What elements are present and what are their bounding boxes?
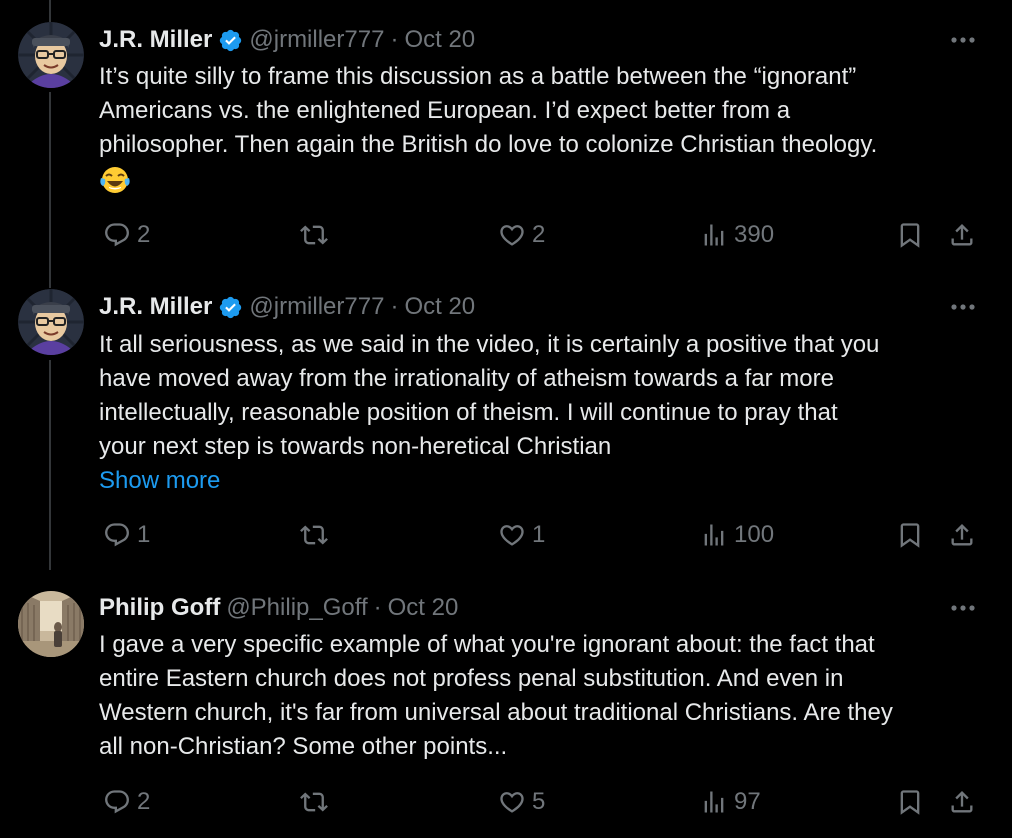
verified-badge-icon <box>220 29 242 51</box>
show-more-link[interactable]: Show more <box>99 464 220 498</box>
like-button[interactable]: 5 <box>498 785 545 819</box>
view-count: 390 <box>734 221 775 248</box>
verified-badge-icon <box>220 296 242 318</box>
cartoon-avatar-icon <box>18 289 84 355</box>
views-button[interactable]: 100 <box>700 518 774 552</box>
like-button[interactable]: 1 <box>498 518 545 552</box>
views-chart-icon <box>704 224 724 246</box>
tweet-text: It’s quite silly to frame this discussio… <box>99 60 979 196</box>
tweet-text-line: Western church, it's far from universal … <box>99 699 893 726</box>
retweet-button[interactable] <box>300 218 328 252</box>
retweet-button[interactable] <box>300 518 328 552</box>
share-button[interactable] <box>948 518 976 552</box>
heart-icon <box>500 225 524 246</box>
tweet-text-line: philosopher. Then again the British do l… <box>99 131 878 158</box>
tweet-text-line: It’s quite silly to frame this discussio… <box>99 63 857 90</box>
retweet-button[interactable] <box>300 785 328 819</box>
author-handle[interactable]: @Philip_Goff <box>226 594 367 622</box>
view-count: 97 <box>734 788 761 815</box>
tweet-header: J.R. Miller @jrmiller777 · Oct 20 <box>99 23 475 57</box>
reply-button[interactable]: 2 <box>103 785 150 819</box>
tweet-date[interactable]: Oct 20 <box>404 293 475 321</box>
bookmark-button[interactable] <box>896 518 924 552</box>
reply-icon <box>105 523 129 547</box>
tweet-text: I gave a very specific example of what y… <box>99 628 979 764</box>
ellipsis-icon <box>951 605 975 611</box>
bookmark-icon <box>900 790 920 815</box>
reply-count: 1 <box>137 521 151 548</box>
avatar[interactable] <box>18 289 84 355</box>
heart-icon <box>500 792 524 813</box>
like-count: 1 <box>532 521 546 548</box>
bookmark-icon <box>900 223 920 248</box>
reply-icon <box>105 790 129 814</box>
photo-avatar-icon <box>18 591 84 657</box>
reply-count: 2 <box>137 788 151 815</box>
author-handle[interactable]: @jrmiller777 <box>249 26 384 54</box>
share-button[interactable] <box>948 218 976 252</box>
view-count: 100 <box>734 521 775 548</box>
tweet-text-line: have moved away from the irrationality o… <box>99 365 834 392</box>
separator-dot: · <box>373 594 382 621</box>
views-chart-icon <box>704 524 724 546</box>
bookmark-button[interactable] <box>896 218 924 252</box>
share-icon <box>951 224 973 246</box>
tweet-text-line: your next step is towards non-heretical … <box>99 433 612 460</box>
more-options-button[interactable] <box>950 290 976 324</box>
face-with-tears-of-joy-icon <box>100 166 130 193</box>
tweet-text-line: entire Eastern church does not profess p… <box>99 665 844 692</box>
ellipsis-icon <box>951 304 975 310</box>
tweet-text-line: intellectually, reasonable position of t… <box>99 399 838 426</box>
share-icon <box>951 791 973 813</box>
heart-icon <box>500 525 524 546</box>
tweet-text-line: It all seriousness, as we said in the vi… <box>99 331 880 358</box>
reply-button[interactable]: 1 <box>103 518 150 552</box>
retweet-icon <box>300 225 328 245</box>
more-options-button[interactable] <box>950 23 976 57</box>
tweet-text-line: all non-Christian? Some other points... <box>99 733 508 760</box>
tweet-header: J.R. Miller @jrmiller777 · Oct 20 <box>99 290 475 324</box>
tweet-text-line: I gave a very specific example of what y… <box>99 631 875 658</box>
more-options-button[interactable] <box>950 591 976 625</box>
reply-icon <box>105 223 129 247</box>
separator-dot: · <box>390 293 399 320</box>
views-button[interactable]: 97 <box>700 785 761 819</box>
tweet-header: Philip Goff @Philip_Goff · Oct 20 <box>99 591 458 625</box>
views-button[interactable]: 390 <box>700 218 774 252</box>
tweet-actions: 2 2 390 <box>0 218 1012 252</box>
views-chart-icon <box>704 791 724 813</box>
separator-dot: · <box>390 26 399 53</box>
author-name[interactable]: J.R. Miller <box>99 26 212 54</box>
tweet[interactable]: J.R. Miller @jrmiller777 · Oct 20 It all… <box>0 270 1012 570</box>
retweet-icon <box>300 525 328 545</box>
like-button[interactable]: 2 <box>498 218 545 252</box>
tweet-date[interactable]: Oct 20 <box>404 26 475 54</box>
bookmark-button[interactable] <box>896 785 924 819</box>
tweet-text-line: Americans vs. the enlightened European. … <box>99 97 791 124</box>
like-count: 2 <box>532 221 546 248</box>
reply-button[interactable]: 2 <box>103 218 150 252</box>
avatar[interactable] <box>18 591 84 657</box>
retweet-icon <box>300 792 328 812</box>
bookmark-icon <box>900 523 920 548</box>
reply-count: 2 <box>137 221 151 248</box>
ellipsis-icon <box>951 37 975 43</box>
author-name[interactable]: J.R. Miller <box>99 293 212 321</box>
avatar[interactable] <box>18 22 84 88</box>
tweet-actions: 1 1 100 <box>0 518 1012 552</box>
tweet-text: It all seriousness, as we said in the vi… <box>99 328 979 464</box>
share-icon <box>951 524 973 546</box>
tweet-date[interactable]: Oct 20 <box>388 594 459 622</box>
cartoon-avatar-icon <box>18 22 84 88</box>
share-button[interactable] <box>948 785 976 819</box>
tweet-actions: 2 5 97 <box>0 785 1012 819</box>
author-name[interactable]: Philip Goff <box>99 594 220 622</box>
tweet[interactable]: J.R. Miller @jrmiller777 · Oct 20 It’s q… <box>0 0 1012 270</box>
like-count: 5 <box>532 788 546 815</box>
author-handle[interactable]: @jrmiller777 <box>249 293 384 321</box>
tweet[interactable]: Philip Goff @Philip_Goff · Oct 20 I gave… <box>0 570 1012 838</box>
